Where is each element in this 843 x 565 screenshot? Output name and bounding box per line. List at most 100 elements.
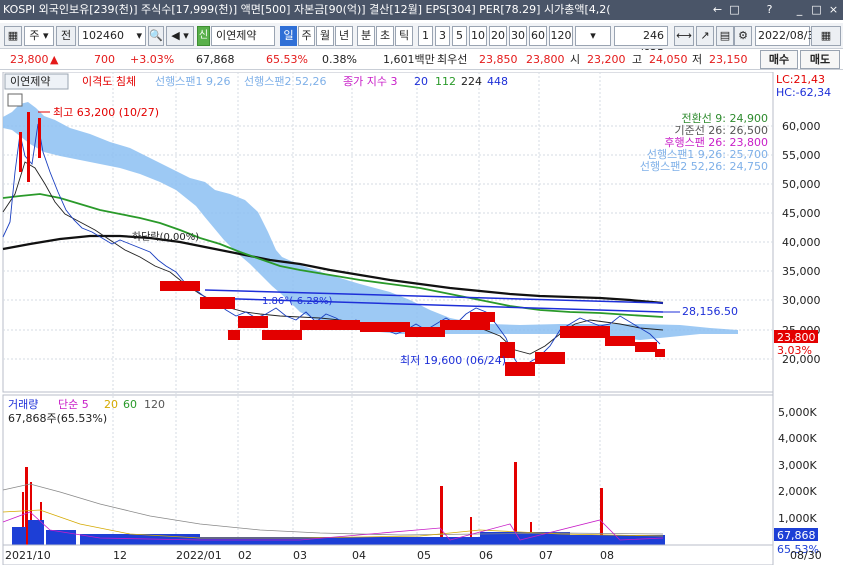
interval-dropdown[interactable]: ▾: [575, 26, 611, 46]
high-label: 고: [632, 53, 643, 66]
buy-button[interactable]: 매수: [760, 50, 798, 69]
range-display: 246 /625: [614, 26, 668, 60]
overlay-label-close[interactable]: 종가 지수 3: [343, 75, 397, 88]
period-day[interactable]: 일: [280, 26, 297, 46]
date-input[interactable]: 2022/08/30: [755, 26, 821, 46]
period-second[interactable]: 초: [376, 26, 394, 46]
period-year[interactable]: 년: [335, 26, 353, 46]
period-tick[interactable]: 틱: [395, 26, 413, 46]
overlay-label-disparity[interactable]: 이격도 침체: [82, 75, 136, 88]
high-note: 최고 63,200 (10/27): [53, 106, 159, 119]
x-tick-06: 06: [479, 549, 493, 562]
volume-tag-text: 67,868: [777, 529, 816, 542]
interval-60[interactable]: 60: [529, 26, 547, 46]
x-tick-04: 04: [352, 549, 366, 562]
overlay-label-112[interactable]: 112: [435, 75, 456, 88]
x-tick-07: 07: [539, 549, 553, 562]
stock-info-text: KOSPI 외국인보유[239(천)] 주식수[17,999(천)] 액면[50…: [3, 3, 611, 16]
x-tick-08: 08: [600, 549, 614, 562]
price-chart-svg[interactable]: 최고 63,200 (10/27) 최저 19,600 (06/24) 1.86…: [0, 71, 843, 565]
trend-note-2: 하단락(0.00%): [132, 230, 199, 243]
overlay-label-span1[interactable]: 선행스팬1 9,26: [155, 75, 230, 88]
current-price: 23,800: [10, 53, 49, 66]
lc-label: LC:21,43: [776, 73, 825, 86]
interval-1[interactable]: 1: [418, 26, 433, 46]
volume: 67,868: [196, 53, 235, 66]
interval-20[interactable]: 20: [489, 26, 507, 46]
overlay-label-224[interactable]: 224: [461, 75, 482, 88]
prev-button[interactable]: 전: [56, 26, 76, 46]
overlay-label-span2[interactable]: 선행스팬2 52,26: [244, 75, 326, 88]
crosshair-icon[interactable]: ⟷: [674, 26, 694, 46]
grid-icon[interactable]: ▤: [716, 26, 734, 46]
pref-label: 최우선: [437, 53, 468, 66]
credit-badge: 신: [197, 26, 210, 46]
sell-button[interactable]: 매도: [800, 50, 840, 69]
back-icon[interactable]: ←: [710, 2, 725, 17]
draw-icon[interactable]: ↗: [696, 26, 714, 46]
speaker-icon[interactable]: ◀ ▾: [166, 26, 194, 46]
price-tick-45000: 45,000: [782, 207, 821, 220]
settings-icon[interactable]: ⚙: [734, 26, 752, 46]
restore-icon[interactable]: □: [727, 2, 742, 17]
vol-tick-2000: 2,000K: [778, 485, 817, 498]
low-label: 저: [692, 53, 703, 66]
price-axis: LC:21,43 HC:-62,34 60,000 55,000 50,000 …: [776, 73, 831, 366]
period-week[interactable]: 주: [298, 26, 315, 46]
chart-toolbar: ▦ 주 ▾ 전 102460 ▾ 🔍 ◀ ▾ 신 이연제약 일 주 월 년 분 초…: [0, 23, 843, 60]
quote-bar: 23,800 ▲ 700 +3.03% 67,868 65.53% 0.38% …: [0, 50, 843, 70]
x-tick-2022-01: 2022/01: [176, 549, 222, 562]
interval-3[interactable]: 3: [435, 26, 450, 46]
vol-tick-3000: 3,000K: [778, 459, 817, 472]
volume-label[interactable]: 거래량: [8, 398, 38, 411]
search-icon[interactable]: 🔍: [148, 26, 164, 46]
vol-tick-1000: 1,000K: [778, 512, 817, 525]
interval-30[interactable]: 30: [509, 26, 527, 46]
interval-10[interactable]: 10: [469, 26, 487, 46]
help-icon[interactable]: ?: [762, 2, 777, 17]
volume-ma60-label[interactable]: 60: [123, 398, 137, 411]
period-month[interactable]: 월: [316, 26, 334, 46]
chart-area[interactable]: 최고 63,200 (10/27) 최저 19,600 (06/24) 1.86…: [0, 71, 843, 565]
low-note: 최저 19,600 (06/24): [400, 354, 506, 367]
interval-5[interactable]: 5: [452, 26, 467, 46]
price-tick-50000: 50,000: [782, 178, 821, 191]
high-price: 24,050: [649, 53, 688, 66]
maximize-icon[interactable]: □: [809, 2, 824, 17]
price-change-pct: +3.03%: [130, 53, 175, 66]
code-input[interactable]: 102460 ▾: [78, 26, 146, 46]
pref-bid: 23,850: [479, 53, 518, 66]
overlay-label-448[interactable]: 448: [487, 75, 508, 88]
volume-ma20-label[interactable]: 20: [104, 398, 118, 411]
overlay-label-20[interactable]: 20: [414, 75, 428, 88]
x-tick-02: 02: [238, 549, 252, 562]
x-tick-05: 05: [417, 549, 431, 562]
vol-tick-5000: 5,000K: [778, 406, 817, 419]
price-tick-40000: 40,000: [782, 236, 821, 249]
table-toggle-icon[interactable]: [7, 93, 23, 107]
layout-icon[interactable]: ▦: [4, 26, 22, 46]
trend-note: 1.86°(-6.28%): [262, 296, 333, 307]
hc-label: HC:-62,34: [776, 86, 831, 99]
current-pct-tag: 3.03%: [777, 344, 812, 357]
interval-120[interactable]: 120: [549, 26, 573, 46]
volume-ma5-label[interactable]: 단순 5: [58, 398, 89, 411]
vol-tick-4000: 4,000K: [778, 432, 817, 445]
level-note: 28,156.50: [682, 305, 738, 318]
minimize-icon[interactable]: _: [792, 2, 807, 17]
turnover: 0.38%: [322, 53, 357, 66]
pref-ask: 23,800: [526, 53, 565, 66]
period-minute[interactable]: 분: [357, 26, 375, 46]
volume-note: 67,868주(65.53%): [8, 412, 107, 425]
calendar-icon[interactable]: ▦: [811, 26, 841, 46]
legend-span2: 선행스팬2 52,26: 24,750: [640, 160, 768, 173]
chart-window: KOSPI 외국인보유[239(천)] 주식수[17,999(천)] 액면[50…: [0, 0, 843, 565]
volume-pct: 65.53%: [266, 53, 308, 66]
up-arrow-icon: ▲: [50, 53, 59, 66]
stock-info-bar: KOSPI 외국인보유[239(천)] 주식수[17,999(천)] 액면[50…: [0, 0, 843, 20]
volume-ma120-label[interactable]: 120: [144, 398, 165, 411]
price-tick-60000: 60,000: [782, 120, 821, 133]
close-icon[interactable]: ×: [826, 2, 841, 17]
market-select[interactable]: 주 ▾: [24, 26, 54, 46]
price-tick-35000: 35,000: [782, 265, 821, 278]
